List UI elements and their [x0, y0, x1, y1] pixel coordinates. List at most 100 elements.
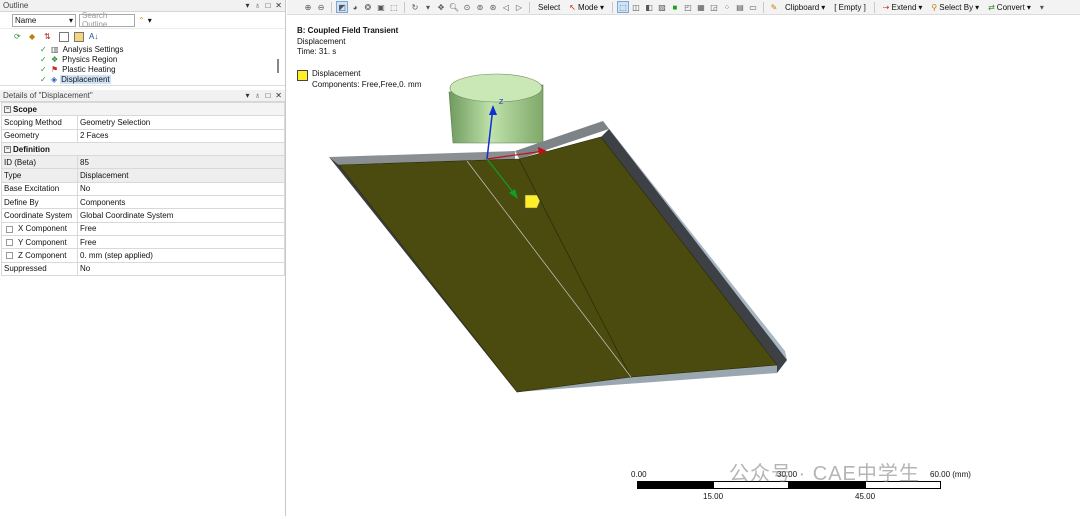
- detail-value[interactable]: Free: [77, 234, 285, 250]
- clipboard-icon[interactable]: ✎: [769, 2, 779, 12]
- close-icon[interactable]: ✕: [275, 91, 282, 100]
- detail-row-x-component[interactable]: X Component Free: [1, 221, 285, 236]
- group-row-definition[interactable]: − Definition: [1, 141, 285, 157]
- search-outline-input[interactable]: Search Outline: [79, 11, 135, 29]
- select-node-icon[interactable]: ◰: [683, 2, 693, 12]
- select-element-face-icon[interactable]: ◲: [709, 2, 719, 12]
- maximize-icon[interactable]: □: [265, 91, 270, 100]
- collapse-icon[interactable]: −: [4, 106, 11, 114]
- pin-icon[interactable]: ♁: [254, 91, 260, 100]
- maximize-icon[interactable]: □: [265, 1, 270, 10]
- expand-up-icon[interactable]: ⌃: [138, 16, 145, 25]
- detail-row-type[interactable]: Type Displacement: [1, 168, 285, 183]
- close-icon[interactable]: ✕: [275, 1, 282, 10]
- tree-item-analysis-settings[interactable]: ✓ ▥ Analysis Settings: [40, 44, 285, 54]
- select-body-icon[interactable]: ▨: [657, 2, 667, 12]
- detail-value[interactable]: Geometry Selection: [77, 115, 285, 130]
- tree-scrollbar[interactable]: [277, 59, 279, 73]
- cursor-icon: ↖: [569, 2, 576, 12]
- parameter-checkbox[interactable]: [6, 252, 13, 260]
- detail-row-z-component[interactable]: Z Component 0. mm (step applied): [1, 248, 285, 263]
- left-panel: Outline ▾ ♁ □ ✕ Name ▾ Search Outline ⌃ …: [0, 0, 286, 516]
- scale-label-60: 60.00 (mm): [930, 470, 971, 479]
- pane-menu-icon[interactable]: ▾: [245, 1, 249, 10]
- detail-row-scoping-method[interactable]: Scoping Method Geometry Selection: [1, 115, 285, 130]
- select-face-icon[interactable]: ◧: [644, 2, 654, 12]
- check-icon: ✓: [40, 64, 47, 74]
- detail-row-define-by[interactable]: Define By Components: [1, 195, 285, 210]
- select-button[interactable]: Select: [535, 3, 563, 12]
- detail-row-base-excitation[interactable]: Base Excitation No: [1, 181, 285, 197]
- element-icon[interactable]: ▤: [735, 2, 745, 12]
- parameter-checkbox[interactable]: [6, 239, 13, 246]
- mode-button[interactable]: ↖ Mode ▾: [566, 3, 607, 12]
- zoom-box-icon[interactable]: ⊙: [462, 2, 472, 12]
- convert-button[interactable]: ⇄ Convert ▾: [985, 3, 1034, 12]
- detail-value[interactable]: 2 Faces: [77, 128, 285, 143]
- detail-value[interactable]: 0. mm (step applied): [77, 248, 285, 263]
- next-view-icon[interactable]: ▷: [514, 2, 524, 12]
- plate-body[interactable]: [329, 121, 787, 393]
- collapse-icon[interactable]: [74, 31, 84, 42]
- detail-value[interactable]: No: [77, 261, 285, 276]
- analysis-settings-icon: ▥: [51, 44, 59, 54]
- detail-value[interactable]: No: [77, 181, 285, 197]
- filter-type-select[interactable]: Name ▾: [12, 13, 76, 27]
- select-by-button[interactable]: ⚲ Select By ▾: [928, 3, 982, 12]
- zoom-out-icon[interactable]: ⊖: [316, 2, 326, 12]
- alpha-sort-icon[interactable]: A↓: [89, 32, 103, 42]
- zoom-icon[interactable]: 🔍︎: [449, 2, 459, 12]
- cylinder-body[interactable]: [448, 73, 544, 144]
- detail-row-id[interactable]: ID (Beta) 85: [1, 155, 285, 170]
- filter-type-value: Name: [15, 15, 37, 25]
- zoom-fit-icon[interactable]: ⊚: [475, 2, 485, 12]
- watermark: 公众号 · CAE中学生: [729, 463, 920, 485]
- detail-row-y-component[interactable]: Y Component Free: [1, 234, 285, 250]
- zoom-in-icon[interactable]: ⊕: [303, 2, 313, 12]
- sort-icon[interactable]: ⇅: [44, 32, 54, 42]
- rotate-icon[interactable]: ↻: [410, 2, 420, 12]
- detail-value[interactable]: Components: [77, 195, 285, 210]
- select-vertex-icon[interactable]: ⬚: [616, 1, 629, 13]
- iso-view-icon[interactable]: ◩: [336, 1, 348, 13]
- expand-all-icon[interactable]: [59, 31, 69, 42]
- refresh-icon[interactable]: ⟳: [14, 32, 24, 42]
- collapse-icon[interactable]: −: [4, 145, 11, 153]
- detail-row-geometry[interactable]: Geometry 2 Faces: [1, 128, 285, 143]
- select-edge-icon[interactable]: ◫: [631, 2, 641, 12]
- extend-button[interactable]: ⇢ Extend ▾: [880, 3, 926, 12]
- display-icon[interactable]: ▣: [376, 2, 386, 12]
- detail-row-coordinate-system[interactable]: Coordinate System Global Coordinate Syst…: [1, 208, 285, 223]
- tree-item-displacement[interactable]: ✓ ◈ Displacement: [40, 74, 285, 84]
- magnifier-icon[interactable]: ⊛: [488, 2, 498, 12]
- clipboard-button[interactable]: Clipboard ▾: [782, 3, 828, 12]
- select-mesh-icon[interactable]: ■: [670, 2, 680, 12]
- tree-item-physics-region[interactable]: ✓ ❖ Physics Region: [40, 54, 285, 64]
- select-element-icon[interactable]: ▦: [696, 2, 706, 12]
- displacement-marker[interactable]: [524, 194, 541, 209]
- chevron-down-icon: ▾: [918, 2, 923, 12]
- detail-value[interactable]: Global Coordinate System: [77, 208, 285, 223]
- shaded-view-icon[interactable]: ◕: [350, 2, 360, 12]
- analysis-time: Time: 31. s: [297, 47, 337, 56]
- pan-icon[interactable]: ✥: [436, 2, 446, 12]
- chevron-down-icon: ▾: [975, 2, 980, 12]
- parameter-checkbox[interactable]: [6, 225, 13, 233]
- rotate-menu-icon[interactable]: ▾: [423, 2, 433, 12]
- tree-item-plastic-heating[interactable]: ✓ ⚑ Plastic Heating: [40, 64, 285, 74]
- detail-value[interactable]: Free: [77, 221, 285, 236]
- render-icon[interactable]: ❂: [363, 2, 373, 12]
- previous-view-icon[interactable]: ◁: [501, 2, 511, 12]
- pane-menu-icon[interactable]: ▾: [245, 91, 249, 100]
- toolbar-overflow-icon[interactable]: ▾: [1037, 2, 1047, 12]
- 3d-viewport[interactable]: Z B: Coupled Field Transient Displacemen…: [287, 15, 1080, 516]
- chevron-down-icon[interactable]: ▾: [148, 16, 152, 25]
- surface-icon[interactable]: ▭: [748, 2, 758, 12]
- detail-row-suppressed[interactable]: Suppressed No: [1, 261, 285, 276]
- group-row-scope[interactable]: − Scope: [1, 101, 285, 117]
- node-icon[interactable]: ⁘: [722, 2, 732, 12]
- pin-icon[interactable]: ♁: [254, 1, 260, 10]
- tree-item-label: Analysis Settings: [62, 44, 124, 54]
- tag-icon[interactable]: ◆: [29, 32, 39, 42]
- section-icon[interactable]: ⬚: [389, 2, 399, 12]
